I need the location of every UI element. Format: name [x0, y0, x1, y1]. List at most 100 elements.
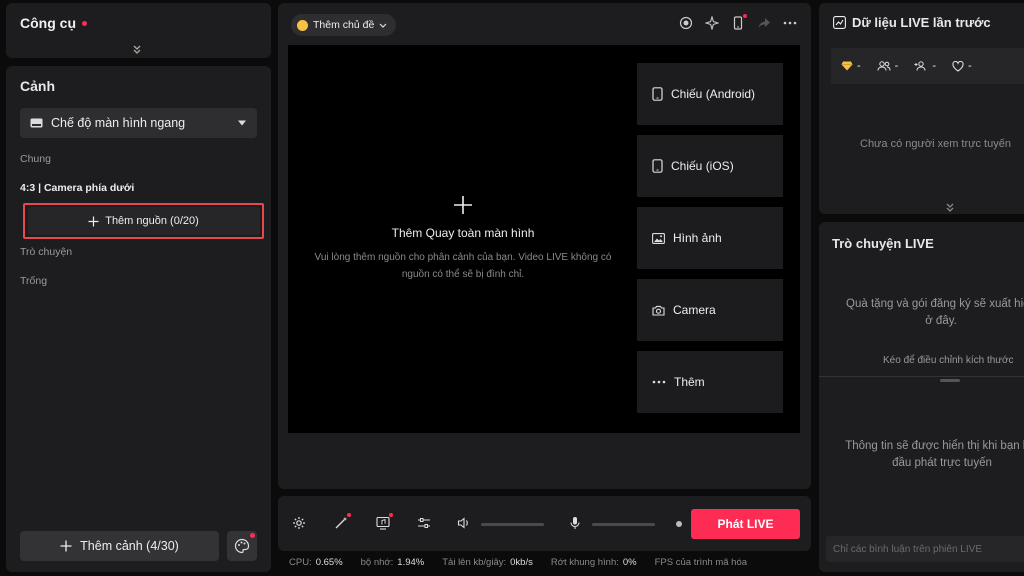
notification-dot: [389, 513, 393, 517]
music-icon[interactable]: [376, 513, 393, 530]
add-screen-capture-title[interactable]: Thêm Quay toàn màn hình: [288, 226, 638, 240]
live-studio-app: Công cụ Cảnh Chế độ màn hình ngang Chung…: [0, 0, 1024, 576]
live-stats-row: - - - -: [831, 48, 1024, 84]
speaker-volume-icon[interactable]: [457, 516, 471, 530]
theme-palette-button[interactable]: [227, 531, 257, 561]
gifts-placeholder-message: Quà tặng và gói đăng ký sẽ xuất hiện ở đ…: [846, 298, 1024, 327]
source-label: Chiếu (iOS): [671, 159, 734, 173]
diamonds-value: -: [857, 60, 861, 72]
camera-icon: [652, 305, 665, 316]
add-source-label: Thêm nguồn (0/20): [105, 215, 199, 227]
memory-label: bộ nhớ:: [360, 557, 394, 568]
dropped-value: 0%: [622, 557, 637, 568]
palette-icon: [234, 538, 250, 554]
upload-value: 0kb/s: [510, 557, 533, 568]
cpu-label: CPU:: [289, 557, 312, 568]
share-icon[interactable]: [757, 16, 771, 30]
add-capture-plus-icon[interactable]: [453, 195, 473, 215]
add-source-button[interactable]: Thêm nguồn (0/20): [27, 207, 260, 235]
tools-title: Công cụ: [20, 15, 87, 31]
add-source-hint: Vui lòng thêm nguồn cho phân cảnh của bạ…: [314, 252, 612, 280]
add-topic-button[interactable]: Thêm chủ đề: [291, 14, 397, 36]
orientation-mode-label: Chế độ màn hình ngang: [51, 116, 186, 130]
more-icon: [652, 380, 666, 384]
live-status-dot: [676, 521, 682, 527]
live-chat-title: Trò chuyện LIVE: [832, 236, 934, 251]
viewers-stat: -: [877, 60, 898, 72]
source-mirror-android-button[interactable]: Chiếu (Android): [637, 63, 783, 125]
chart-icon: [833, 16, 846, 29]
dropped-frames-status: Rớt khung hình: 0%: [551, 557, 637, 568]
speaker-volume-slider[interactable]: [481, 523, 544, 526]
notification-dot: [743, 14, 747, 18]
tools-title-label: Công cụ: [20, 15, 76, 31]
section-empty-label: Trống: [20, 275, 48, 287]
source-label: Camera: [673, 303, 716, 317]
live-chat-panel: Trò chuyện LIVE Quà tặng và gói đăng ký …: [819, 222, 1024, 572]
memory-value: 1.94%: [397, 557, 425, 568]
upload-label: Tải lên kb/giây:: [442, 557, 507, 568]
phone-icon: [652, 87, 663, 101]
notification-dot: [250, 533, 255, 538]
previous-live-data-panel: Dữ liệu LIVE lần trước - - - - Chưa có n…: [819, 3, 1024, 214]
notification-dot: [82, 20, 87, 26]
microphone-volume-slider[interactable]: [592, 523, 655, 526]
add-follower-icon: [914, 61, 928, 71]
resize-drag-handle[interactable]: [940, 379, 960, 382]
mobile-preview-icon[interactable]: [731, 14, 747, 30]
previous-live-data-title: Dữ liệu LIVE lần trước: [833, 15, 991, 30]
new-followers-stat: -: [914, 60, 936, 72]
add-topic-label: Thêm chủ đề: [313, 19, 375, 31]
tools-panel: Công cụ: [6, 3, 271, 58]
section-general-label: Chung: [20, 153, 51, 165]
scene-panel: Cảnh Chế độ màn hình ngang Chung 4:3 | C…: [6, 66, 271, 572]
expand-down-icon[interactable]: [945, 203, 955, 213]
source-more-button[interactable]: Thêm: [637, 351, 783, 413]
diamonds-stat: -: [841, 60, 861, 72]
caret-down-icon: [237, 120, 247, 126]
cpu-value: 0.65%: [315, 557, 343, 568]
microphone-icon[interactable]: [568, 516, 582, 530]
chat-placeholder-message: Thông tin sẽ được hiển thị khi bạn bắt đ…: [845, 440, 1024, 469]
source-label: Chiếu (Android): [671, 87, 756, 101]
chat-divider: [819, 376, 1024, 377]
dropped-label: Rớt khung hình:: [550, 557, 619, 568]
section-chat-label: Trò chuyện: [20, 246, 73, 258]
orientation-mode-select[interactable]: Chế độ màn hình ngang: [20, 108, 257, 138]
sparkle-effects-icon[interactable]: [705, 16, 719, 30]
no-viewers-message: Chưa có người xem trực tuyến: [860, 138, 1011, 150]
scene-item-name[interactable]: 4:3 | Camera phía dưới: [20, 182, 134, 194]
notification-dot: [347, 513, 351, 517]
source-label: Thêm: [674, 375, 705, 389]
viewers-icon: [877, 61, 891, 71]
add-scene-button[interactable]: Thêm cảnh (4/30): [20, 531, 219, 561]
image-icon: [652, 232, 665, 244]
comment-input[interactable]: [826, 536, 1024, 562]
add-scene-label: Thêm cảnh (4/30): [80, 539, 179, 553]
adjust-sliders-icon[interactable]: [417, 516, 431, 530]
preview-panel: Thêm chủ đề Thêm Quay toàn màn hình Vui …: [278, 3, 811, 489]
plus-icon: [88, 216, 99, 227]
magic-wand-icon[interactable]: [334, 513, 351, 530]
more-options-icon[interactable]: [783, 16, 797, 30]
expand-down-icon[interactable]: [132, 45, 142, 55]
likes-value: -: [968, 60, 972, 72]
settings-gear-icon[interactable]: [292, 516, 306, 530]
heart-icon: [952, 60, 964, 72]
source-mirror-ios-button[interactable]: Chiếu (iOS): [637, 135, 783, 197]
memory-status: bộ nhớ: 1.94%: [361, 557, 425, 568]
source-image-button[interactable]: Hình ảnh: [637, 207, 783, 269]
diamond-icon: [841, 61, 853, 71]
likes-stat: -: [952, 60, 972, 72]
record-icon[interactable]: [679, 16, 693, 30]
new-followers-value: -: [932, 60, 937, 72]
go-live-button[interactable]: Phát LIVE: [691, 509, 800, 539]
fps-label: FPS của trình mã hóa: [654, 557, 748, 568]
chevron-down-icon: [379, 23, 387, 28]
source-camera-button[interactable]: Camera: [637, 279, 783, 341]
stream-controls-bar: Phát LIVE: [278, 496, 811, 551]
stream-preview-canvas[interactable]: Thêm Quay toàn màn hình Vui lòng thêm ng…: [288, 45, 800, 433]
resize-hint: Kéo để điều chỉnh kích thước: [883, 355, 1014, 366]
landscape-screen-icon: [30, 118, 43, 128]
plus-icon: [60, 540, 72, 552]
